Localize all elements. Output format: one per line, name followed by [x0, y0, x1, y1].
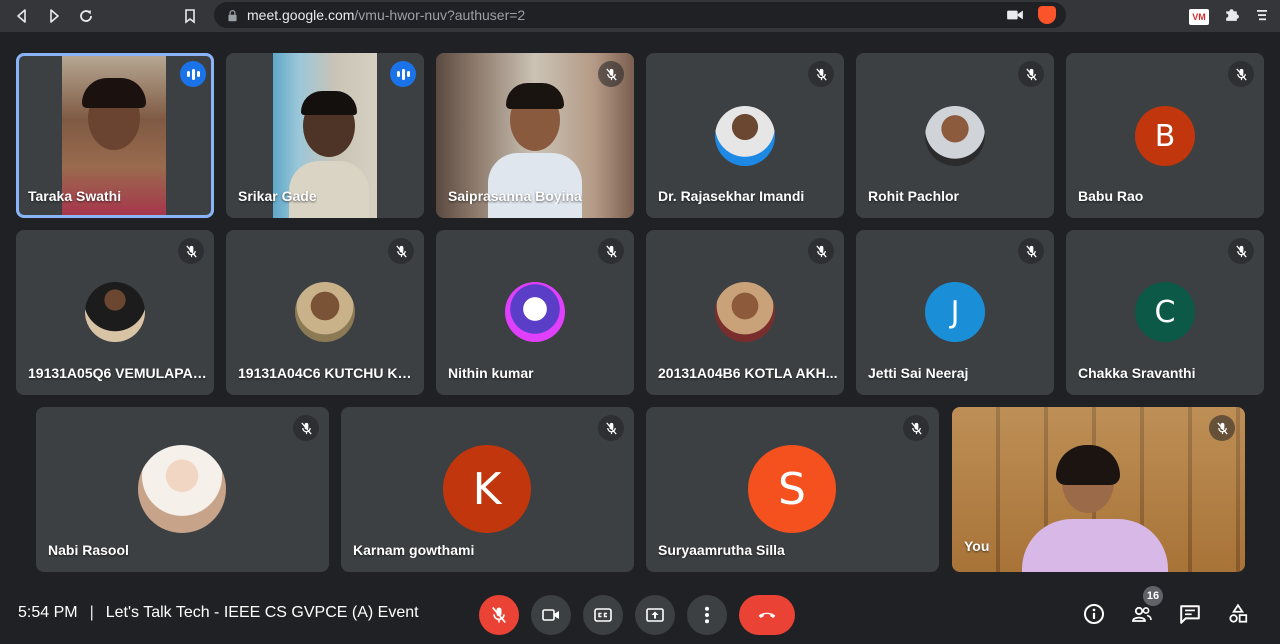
vm-extension-icon[interactable]: VM — [1189, 9, 1209, 25]
muted-mic-icon — [808, 61, 834, 87]
participant-name: 20131A04B6 KOTLA AKH... — [658, 365, 838, 381]
speaking-indicator-icon — [390, 61, 416, 87]
avatar: B — [1135, 106, 1195, 166]
participant-name: You — [964, 538, 990, 554]
camera-blocked-icon[interactable] — [1006, 8, 1024, 22]
avatar: S — [748, 445, 836, 533]
participant-name: Saiprasanna Boyina — [448, 188, 582, 204]
extensions-puzzle-icon[interactable] — [1223, 6, 1240, 28]
meeting-title[interactable]: Let's Talk Tech - IEEE CS GVPCE (A) Even… — [106, 604, 419, 622]
muted-mic-icon — [1018, 238, 1044, 264]
activities-shapes-icon — [1229, 603, 1248, 623]
participant-name: Babu Rao — [1078, 188, 1144, 204]
address-bar[interactable]: meet.google.com/vmu-hwor-nuv?authuser=2 — [214, 2, 1066, 28]
participant-tile-karnam-gowthami[interactable]: K Karnam gowthami — [341, 407, 634, 572]
forward-icon[interactable] — [38, 0, 70, 32]
participant-tile-kutchu[interactable]: 19131A04C6 KUTCHU KO... — [226, 230, 424, 395]
more-vert-icon — [705, 606, 709, 624]
participant-tile-kotla[interactable]: 20131A04B6 KOTLA AKH... — [646, 230, 844, 395]
avatar: K — [443, 445, 531, 533]
participant-tile-nabi-rasool[interactable]: Nabi Rasool — [36, 407, 329, 572]
muted-mic-icon — [178, 238, 204, 264]
lock-icon — [228, 9, 237, 21]
muted-mic-icon — [1228, 61, 1254, 87]
participant-tile-saiprasanna-boyina[interactable]: Saiprasanna Boyina — [436, 53, 634, 218]
camera-toggle-button[interactable] — [531, 595, 571, 635]
people-icon — [1132, 606, 1152, 622]
meeting-time: 5:54 PM — [18, 604, 78, 621]
speaking-indicator-icon — [180, 61, 206, 87]
present-button[interactable] — [635, 595, 675, 635]
avatar — [715, 282, 775, 342]
info-icon — [1083, 603, 1105, 625]
participant-tile-rohit-pachlor[interactable]: Rohit Pachlor — [856, 53, 1054, 218]
participant-name: Karnam gowthami — [353, 542, 475, 558]
reload-icon[interactable] — [70, 0, 102, 32]
videocam-icon — [542, 609, 559, 621]
chat-icon — [1180, 605, 1200, 624]
muted-mic-icon — [598, 61, 624, 87]
participant-tile-babu-rao[interactable]: B Babu Rao — [1066, 53, 1264, 218]
url-text: meet.google.com/vmu-hwor-nuv?authuser=2 — [247, 7, 526, 23]
muted-mic-icon — [1209, 415, 1235, 441]
closed-captions-icon — [594, 608, 612, 622]
separator: | — [89, 604, 94, 621]
meeting-details-button[interactable] — [1080, 600, 1108, 628]
captions-button[interactable] — [583, 595, 623, 635]
participant-name: Srikar Gade — [238, 188, 317, 204]
mic-off-icon — [492, 606, 506, 624]
more-options-button[interactable] — [687, 595, 727, 635]
avatar — [925, 106, 985, 166]
participant-tile-srikar-gade[interactable]: Srikar Gade — [226, 53, 424, 218]
participant-count-badge: 16 — [1143, 586, 1163, 606]
avatar — [85, 282, 145, 342]
participant-name: Nabi Rasool — [48, 542, 129, 558]
participant-tile-taraka-swathi[interactable]: Taraka Swathi — [16, 53, 214, 218]
participant-tile-jetti-sai-neeraj[interactable]: J Jetti Sai Neeraj — [856, 230, 1054, 395]
participant-name: 19131A05Q6 VEMULAPAL... — [28, 365, 208, 381]
present-screen-icon — [646, 608, 664, 622]
self-video — [952, 407, 1245, 572]
avatar: C — [1135, 282, 1195, 342]
activities-button[interactable] — [1224, 600, 1252, 628]
hangup-icon — [758, 612, 776, 618]
avatar — [715, 106, 775, 166]
avatar — [138, 445, 226, 533]
participant-name: Suryaamrutha Silla — [658, 542, 785, 558]
muted-mic-icon — [388, 238, 414, 264]
participant-tile-chakka-sravanthi[interactable]: C Chakka Sravanthi — [1066, 230, 1264, 395]
participant-tile-vemulapal[interactable]: 19131A05Q6 VEMULAPAL... — [16, 230, 214, 395]
muted-mic-icon — [903, 415, 929, 441]
participant-tile-you[interactable]: You — [952, 407, 1245, 572]
mic-toggle-button[interactable] — [479, 595, 519, 635]
bookmark-icon[interactable] — [174, 0, 206, 32]
avatar — [505, 282, 565, 342]
participant-name: Nithin kumar — [448, 365, 534, 381]
avatar: J — [925, 282, 985, 342]
muted-mic-icon — [1018, 61, 1044, 87]
avatar — [295, 282, 355, 342]
menu-icon[interactable] — [1254, 7, 1270, 28]
participant-name: 19131A04C6 KUTCHU KO... — [238, 365, 418, 381]
leave-call-button[interactable] — [739, 595, 795, 635]
chat-button[interactable] — [1176, 600, 1204, 628]
back-icon[interactable] — [6, 0, 38, 32]
participant-tile-suryaamrutha-silla[interactable]: S Suryaamrutha Silla — [646, 407, 939, 572]
meeting-details: 5:54 PM | Let's Talk Tech - IEEE CS GVPC… — [18, 604, 419, 622]
brave-shield-icon[interactable] — [1038, 6, 1056, 24]
participant-tile-rajasekhar-imandi[interactable]: Dr. Rajasekhar Imandi — [646, 53, 844, 218]
participant-name: Rohit Pachlor — [868, 188, 960, 204]
muted-mic-icon — [808, 238, 834, 264]
participant-name: Taraka Swathi — [28, 188, 122, 204]
muted-mic-icon — [1228, 238, 1254, 264]
muted-mic-icon — [293, 415, 319, 441]
muted-mic-icon — [598, 415, 624, 441]
muted-mic-icon — [598, 238, 624, 264]
participant-name: Dr. Rajasekhar Imandi — [658, 188, 805, 204]
participant-name: Jetti Sai Neeraj — [868, 365, 969, 381]
browser-toolbar: meet.google.com/vmu-hwor-nuv?authuser=2 … — [0, 0, 1280, 32]
participant-name: Chakka Sravanthi — [1078, 365, 1196, 381]
participant-tile-nithin-kumar[interactable]: Nithin kumar — [436, 230, 634, 395]
